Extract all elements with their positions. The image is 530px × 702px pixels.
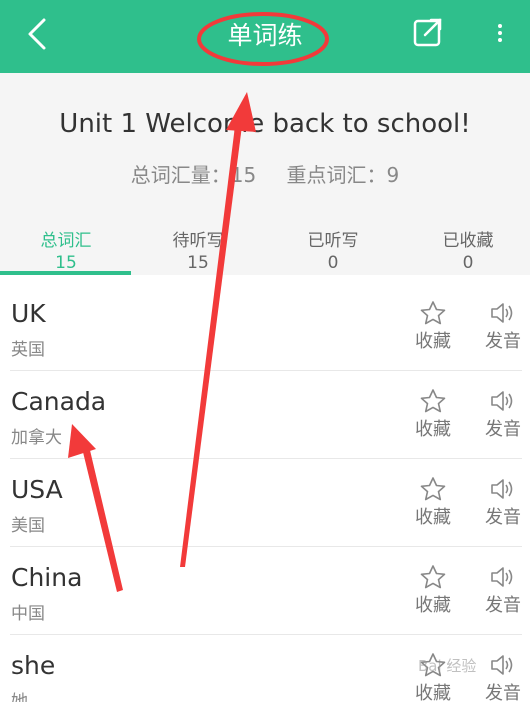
- tab-count: 15: [55, 253, 77, 273]
- star-icon: [420, 301, 446, 325]
- favorite-label: 收藏: [415, 331, 451, 352]
- list-item[interactable]: China 中国 收藏 发音: [10, 547, 522, 635]
- speaker-icon: [491, 303, 513, 323]
- watermark: Bai 经验: [418, 657, 477, 675]
- pronounce-label: 发音: [485, 507, 521, 528]
- word-text: she: [11, 651, 56, 680]
- word-text: China: [11, 563, 83, 592]
- favorite-button[interactable]: 收藏: [413, 565, 453, 617]
- pronounce-label: 发音: [485, 595, 521, 616]
- word-meaning: 美国: [11, 516, 45, 536]
- star-icon: [420, 477, 446, 501]
- list-item[interactable]: Canada 加拿大 收藏 发音: [10, 371, 522, 459]
- tab-count: 0: [462, 253, 474, 273]
- favorite-label: 收藏: [415, 419, 451, 440]
- tab-bar: 总词汇 15 待听写 15 已听写 0 已收藏 0: [0, 223, 530, 275]
- tab-pending-dictation[interactable]: 待听写 15: [132, 223, 264, 275]
- pronounce-label: 发音: [485, 683, 521, 702]
- favorite-button[interactable]: 收藏: [413, 301, 453, 353]
- pronounce-label: 发音: [485, 331, 521, 352]
- favorite-label: 收藏: [415, 595, 451, 616]
- tab-label: 已收藏: [442, 231, 494, 251]
- active-tab-indicator: [0, 271, 131, 275]
- tab-label: 总词汇: [40, 231, 92, 251]
- pronounce-button[interactable]: 发音: [483, 477, 523, 529]
- tab-count: 0: [327, 253, 339, 273]
- favorite-button[interactable]: 收藏: [413, 477, 453, 529]
- speaker-icon: [491, 567, 513, 587]
- pronounce-label: 发音: [485, 419, 521, 440]
- share-icon[interactable]: [412, 16, 444, 48]
- unit-summary: Unit 1 Welcome back to school! 总词汇量：15 重…: [0, 73, 530, 223]
- pronounce-button[interactable]: 发音: [483, 389, 523, 441]
- word-list: UK 英国 收藏 发音 Canada 加拿大 收藏 发音 USA 美国 收藏 发…: [0, 283, 530, 702]
- star-icon: [420, 389, 446, 413]
- tab-label: 已听写: [307, 231, 359, 251]
- word-text: USA: [11, 475, 63, 504]
- speaker-icon: [491, 655, 513, 675]
- pronounce-button[interactable]: 发音: [483, 653, 523, 702]
- pronounce-button[interactable]: 发音: [483, 301, 523, 353]
- unit-title: Unit 1 Welcome back to school!: [59, 109, 471, 139]
- speaker-icon: [491, 391, 513, 411]
- star-icon: [420, 565, 446, 589]
- app-bar: 单词练: [0, 0, 530, 73]
- tab-favorited[interactable]: 已收藏 0: [402, 223, 530, 275]
- list-item[interactable]: UK 英国 收藏 发音: [10, 283, 522, 371]
- tab-count: 15: [187, 253, 209, 273]
- pronounce-button[interactable]: 发音: [483, 565, 523, 617]
- word-text: UK: [11, 299, 46, 328]
- favorite-button[interactable]: 收藏: [413, 389, 453, 441]
- page-title: 单词练: [227, 21, 303, 50]
- tab-dictated[interactable]: 已听写 0: [267, 223, 399, 275]
- more-icon[interactable]: [488, 18, 512, 48]
- tab-label: 待听写: [172, 231, 224, 251]
- word-text: Canada: [11, 387, 107, 416]
- word-meaning: 加拿大: [11, 428, 62, 448]
- vocab-stats: 总词汇量：15 重点词汇：9: [0, 159, 530, 188]
- speaker-icon: [491, 479, 513, 499]
- key-vocab-count: 重点词汇：9: [286, 163, 400, 187]
- word-meaning: 英国: [11, 340, 45, 360]
- list-item[interactable]: USA 美国 收藏 发音: [10, 459, 522, 547]
- tab-all-words[interactable]: 总词汇 15: [0, 223, 132, 275]
- favorite-label: 收藏: [415, 507, 451, 528]
- total-vocab-count: 总词汇量：15: [130, 163, 257, 187]
- word-meaning: 中国: [11, 604, 45, 624]
- favorite-label: 收藏: [415, 683, 451, 702]
- word-meaning: 她: [11, 692, 28, 702]
